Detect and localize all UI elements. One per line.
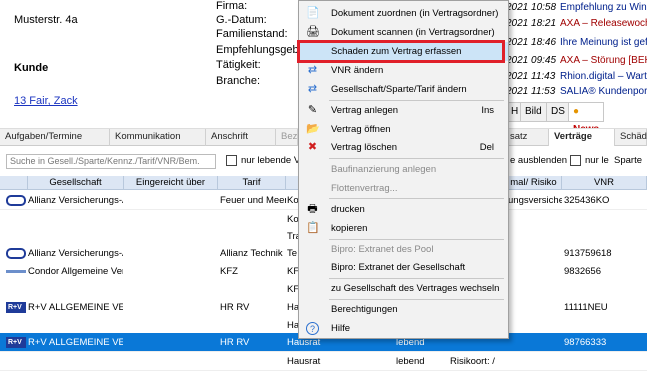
cell-tarif: HR RV	[220, 302, 250, 313]
cell-tarif: HR RV	[220, 337, 250, 348]
field-label-gdatum: G.-Datum:	[216, 14, 267, 26]
condor-logo-icon	[6, 266, 26, 277]
cell-vnr: 913759618	[564, 248, 612, 259]
field-label-firma: Firma:	[216, 0, 248, 12]
news-icon: ●	[573, 106, 580, 117]
copy-icon: 📋	[306, 222, 320, 234]
menu-item-switch-company[interactable]: zu Gesellschaft des Vertrages wechseln	[299, 279, 508, 298]
menu-item-copy[interactable]: 📋 kopieren	[299, 219, 508, 238]
print-icon: 🖶	[307, 203, 318, 215]
column-header-gesellschaft[interactable]: Gesellschaft	[28, 176, 124, 190]
news-feed: 2021 10:58 Empfehlung zu Win 2021 18:21 AX…	[506, 0, 647, 100]
tab-aufgaben[interactable]: Aufgaben/Termine	[0, 129, 110, 146]
tab-bild[interactable]: Bild	[520, 102, 547, 122]
tab-news[interactable]: ● News	[568, 102, 605, 135]
menu-item-assign-document[interactable]: 📄 Dokument zuordnen (in Vertragsordner)	[299, 4, 508, 23]
hide-label: e ausblenden	[510, 155, 568, 166]
customer-name-link[interactable]: 13 Fair, Zack	[14, 95, 78, 107]
help-icon: ?	[306, 322, 319, 335]
cell-vnr: 9832656	[564, 266, 601, 277]
customer-section-label: Kunde	[14, 62, 49, 74]
menu-item-change-company[interactable]: ⇄ Gesellschaft/Sparte/Tarif ändern	[299, 80, 508, 99]
scanner-icon: 🖨	[306, 26, 320, 38]
tab-schaeden[interactable]: Schäde	[615, 129, 647, 146]
news-item[interactable]: 2021 11:53 SALIA® Kundenport	[506, 83, 647, 101]
cell-tarif: KFZ	[220, 266, 238, 277]
menu-item-delete-contract[interactable]: ✖ Vertrag löschen Del	[299, 138, 508, 157]
cell-tarif: Feuer und Meer	[220, 195, 286, 206]
menu-item-baufinanzierung[interactable]: Baufinanzierung anlegen	[299, 160, 508, 179]
tab-anschrift[interactable]: Anschrift	[206, 129, 276, 146]
delete-contract-icon: ✖	[307, 141, 318, 153]
cell-company: R+V ALLGEMEINE VERS	[28, 337, 123, 348]
allianz-logo-icon	[6, 195, 26, 206]
only-living-label: nur lebende Ve	[241, 155, 305, 166]
news-item[interactable]: 2021 18:21 AXA – Releasewoche	[506, 15, 647, 33]
menu-item-new-contract[interactable]: ✎ Vertrag anlegen Ins	[299, 101, 508, 120]
table-row[interactable]: Hausrat lebend Risikoort: /	[0, 352, 647, 371]
column-header-logo	[0, 176, 28, 190]
rv-logo-icon	[6, 337, 26, 348]
change-arrows-icon: ⇄	[307, 83, 318, 95]
search-input[interactable]: Suche in Gesell./Sparte/Kennz./Tarif/VNR…	[6, 154, 216, 169]
rv-logo-icon	[6, 302, 26, 313]
tab-kommunikation[interactable]: Kommunikation	[110, 129, 206, 146]
new-contract-icon: ✎	[307, 104, 318, 116]
cell-company: Allianz Versicherungs-A	[28, 195, 123, 206]
news-item[interactable]: 2021 18:46 Ihre Meinung ist gef	[506, 34, 647, 52]
menu-item-print[interactable]: 🖶 drucken	[299, 200, 508, 219]
column-header-risiko[interactable]: mal/ Risiko	[506, 176, 562, 190]
cell-risk: ungsversiche	[508, 195, 562, 206]
field-label-familienstand: Familienstand:	[216, 28, 288, 40]
folder-open-icon: 📂	[306, 123, 320, 135]
cell-status: lebend	[396, 356, 425, 367]
cell-vnr: 325436KO	[564, 195, 610, 206]
cell-company: Condor Allgemeine Ver	[28, 266, 123, 277]
sparte-label: Sparte	[614, 155, 642, 166]
menu-item-bipro-pool[interactable]: Bipro: Extranet des Pool	[299, 240, 508, 259]
only-living-sparte-label: nur le	[585, 155, 609, 166]
field-label-branche: Branche:	[216, 75, 261, 87]
tab-beziehungen[interactable]: Bezie	[276, 129, 305, 146]
cell-vnr: 98766333	[564, 337, 607, 348]
only-living-sparte-checkbox[interactable]	[570, 155, 581, 166]
cell-sparte: Hausrat	[287, 356, 321, 367]
only-living-checkbox[interactable]	[226, 155, 237, 166]
column-header-tarif[interactable]: Tarif	[218, 176, 286, 190]
menu-item-permissions[interactable]: Berechtigungen	[299, 300, 508, 319]
menu-separator	[329, 158, 504, 159]
tab-umsatz[interactable]: satz	[505, 129, 549, 146]
tab-vertraege[interactable]: Verträge	[549, 129, 615, 146]
menu-item-bipro-company[interactable]: Bipro: Extranet der Gesellschaft	[299, 258, 508, 277]
allianz-logo-icon	[6, 248, 26, 259]
cell-vnr: 11111NEU	[564, 302, 608, 313]
cell-company: R+V ALLGEMEINE VERS	[28, 302, 123, 313]
field-label-taetigkeit: Tätigkeit:	[216, 59, 261, 71]
tab-ds[interactable]: DS	[546, 102, 570, 122]
document-assign-icon: 📄	[306, 7, 320, 19]
customer-address: Musterstr. 4a	[14, 14, 78, 26]
change-arrows-icon: ⇄	[307, 64, 318, 76]
cell-risk: Risikoort: /	[450, 356, 495, 367]
cell-tarif: Allianz Technik	[220, 248, 283, 259]
menu-item-open-contract[interactable]: 📂 Vertrag öffnen	[299, 120, 508, 139]
column-header-vnr[interactable]: VNR	[562, 176, 647, 190]
menu-item-change-vnr[interactable]: ⇄ VNR ändern	[299, 61, 508, 80]
highlight-annotation	[297, 40, 505, 63]
column-header-eingereicht[interactable]: Eingereicht über	[124, 176, 218, 190]
menu-separator	[329, 198, 504, 199]
menu-item-flottenvertrag[interactable]: Flottenvertrag...	[299, 179, 508, 198]
menu-item-help[interactable]: ? Hilfe	[299, 319, 508, 338]
cell-company: Allianz Versicherungs-A	[28, 248, 123, 259]
customer-panel: Musterstr. 4a Kunde 13 Fair, Zack Firma:…	[0, 0, 311, 128]
